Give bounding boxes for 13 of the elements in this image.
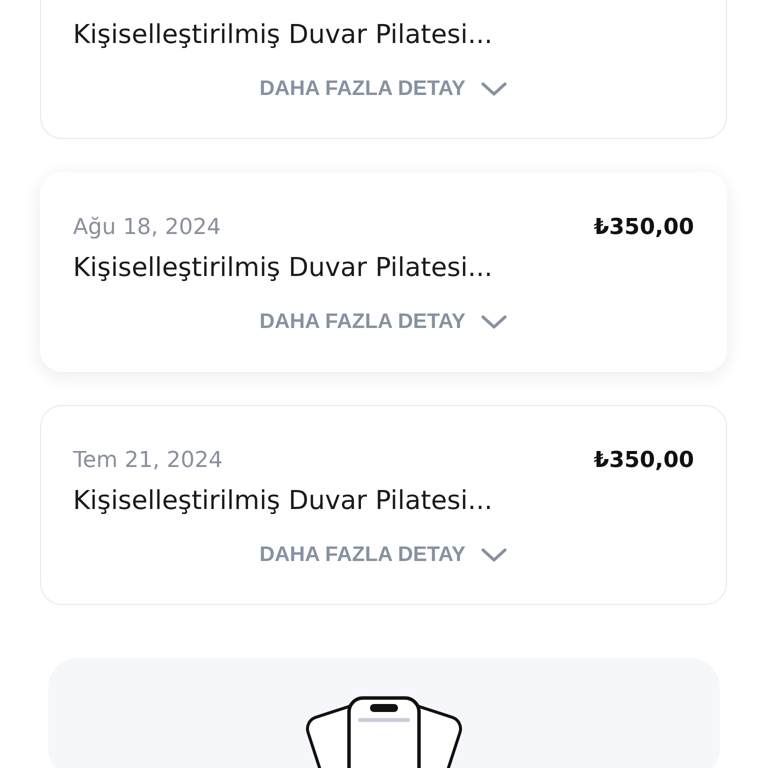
purchase-price: ₺350,00 (594, 448, 694, 472)
purchase-date: Tem 21, 2024 (73, 448, 223, 472)
purchase-title: Kişiselleştirilmiş Duvar Pilatesi... (73, 485, 494, 518)
more-details-button[interactable]: DAHA FAZLA DETAY (255, 69, 512, 109)
purchase-date: Ağu 18, 2024 (73, 214, 221, 240)
chevron-down-icon (480, 80, 508, 98)
purchase-price: ₺350,00 (594, 214, 694, 240)
chevron-down-icon (480, 313, 508, 331)
purchase-title: Kişiselleştirilmiş Duvar Pilatesi... (73, 19, 494, 52)
more-details-button[interactable]: DAHA FAZLA DETAY (255, 302, 512, 342)
chevron-down-icon (480, 546, 508, 564)
purchase-title: Kişiselleştirilmiş Duvar Pilatesi... (73, 252, 494, 285)
more-details-button[interactable]: DAHA FAZLA DETAY (255, 535, 512, 575)
